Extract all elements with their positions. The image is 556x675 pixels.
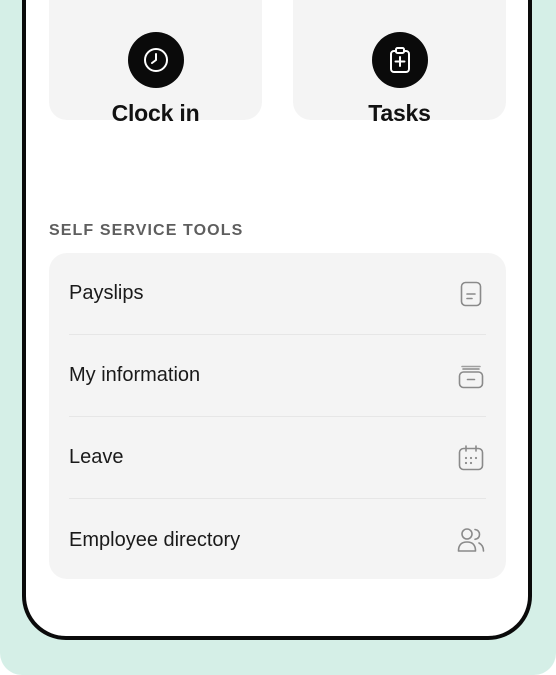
list-item-label: My information (69, 364, 201, 386)
list-item-payslips[interactable]: Payslips (69, 253, 486, 335)
users-icon (456, 525, 486, 555)
clock-icon (127, 32, 184, 88)
list-item-my-information[interactable]: My information (69, 335, 486, 417)
phone-frame: Clock in Tasks SELF SERVICE TOOLS Paysli… (22, 0, 532, 640)
list-item-label: Leave (69, 446, 124, 468)
list-item-employee-directory[interactable]: Employee directory (69, 499, 486, 581)
list-item-label: Employee directory (69, 528, 241, 551)
list-item-leave[interactable]: Leave (69, 417, 486, 499)
document-icon (456, 279, 486, 309)
section-title: SELF SERVICE TOOLS (49, 222, 244, 239)
folder-icon (456, 361, 486, 391)
calendar-icon (456, 443, 486, 473)
tasks-label: Tasks (368, 100, 431, 126)
list-item-label: Payslips (69, 282, 144, 304)
tasks-tile[interactable]: Tasks (293, 0, 506, 126)
clock-in-label: Clock in (111, 100, 200, 126)
clipboard-plus-icon (371, 32, 428, 88)
self-service-list: Payslips My information Leave Employee d… (49, 253, 506, 579)
clock-in-tile[interactable]: Clock in (49, 0, 262, 126)
home-screen: Clock in Tasks SELF SERVICE TOOLS Paysli… (26, 0, 528, 636)
